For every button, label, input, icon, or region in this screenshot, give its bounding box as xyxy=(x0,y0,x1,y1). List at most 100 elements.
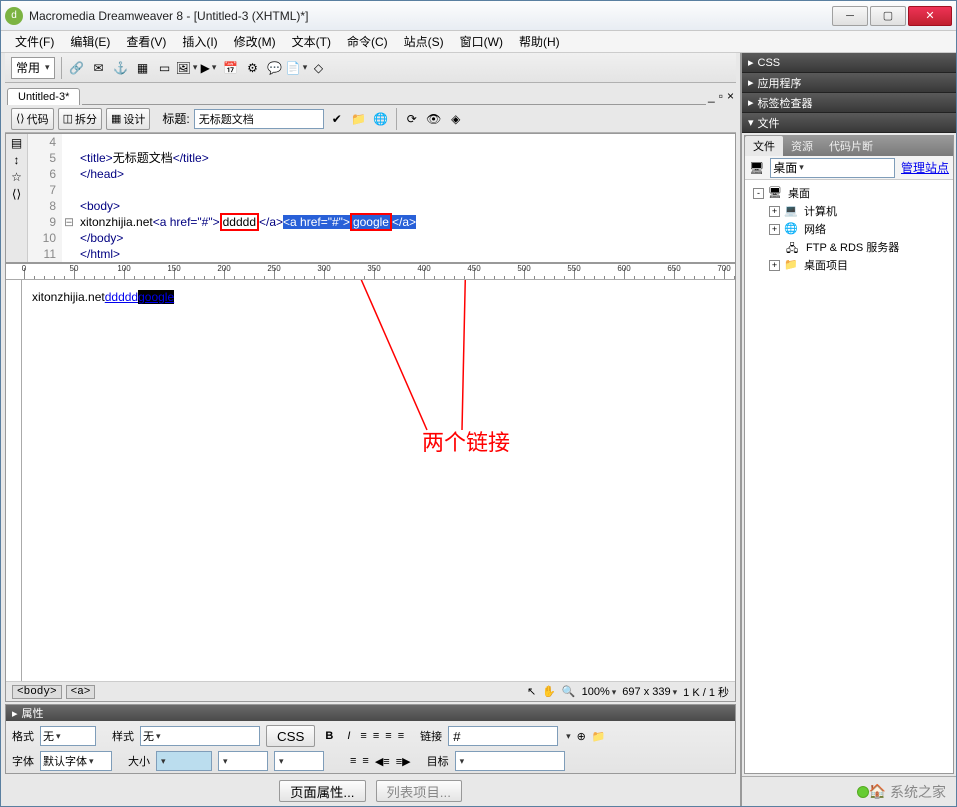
accordion-tag[interactable]: ▸ 标签检查器 xyxy=(742,93,956,113)
css-button[interactable]: CSS xyxy=(266,725,315,747)
minimize-button[interactable]: ─ xyxy=(832,6,868,26)
size-select[interactable] xyxy=(156,751,212,771)
menu-view[interactable]: 查看(V) xyxy=(120,31,172,52)
accordion-css[interactable]: ▸ CSS xyxy=(742,53,956,73)
zoom-value[interactable]: 100% xyxy=(582,686,617,698)
comment-icon[interactable]: 💬 xyxy=(266,59,284,77)
server-icon[interactable]: ⚙ xyxy=(244,59,262,77)
script-icon[interactable]: ◇ xyxy=(310,59,328,77)
menu-file[interactable]: 文件(F) xyxy=(9,31,60,52)
tree-row[interactable]: +📁桌面项目 xyxy=(749,256,949,274)
target-select[interactable] xyxy=(455,751,565,771)
menu-insert[interactable]: 插入(I) xyxy=(176,31,223,52)
file-tab-files[interactable]: 文件 xyxy=(745,136,783,156)
font-select[interactable]: 默认字体 xyxy=(40,751,112,771)
ol-icon[interactable]: ≡ xyxy=(362,755,368,767)
tree-row[interactable]: +🌐网络 xyxy=(749,220,949,238)
table-icon[interactable]: ▦ xyxy=(134,59,152,77)
doc-tab[interactable]: Untitled-3* xyxy=(7,88,80,105)
maximize-button[interactable]: ▢ xyxy=(870,6,906,26)
italic-button[interactable]: I xyxy=(343,730,354,742)
code-editor[interactable]: 4 5<title>无标题文档</title> 6</head> 7 8<bod… xyxy=(28,134,735,262)
expander-icon[interactable]: + xyxy=(769,260,780,271)
visual-aids-icon[interactable]: ◈ xyxy=(447,110,465,128)
expander-icon[interactable]: - xyxy=(753,188,764,199)
date-icon[interactable]: 📅 xyxy=(222,59,240,77)
outdent-icon[interactable]: ◀≡ xyxy=(375,755,390,768)
menu-edit[interactable]: 编辑(E) xyxy=(64,31,116,52)
accordion-app[interactable]: ▸ 应用程序 xyxy=(742,73,956,93)
doc-restore-icon[interactable]: ▫ xyxy=(719,89,723,103)
email-icon[interactable]: ✉ xyxy=(90,59,108,77)
zoom-icon[interactable]: 🔍 xyxy=(562,685,576,698)
code-tool-icon[interactable]: ↕ xyxy=(14,153,20,167)
layer-icon[interactable]: ▭ xyxy=(156,59,174,77)
manage-sites-link[interactable]: 管理站点 xyxy=(901,159,949,176)
size-unit-select[interactable] xyxy=(218,751,268,771)
browse-folder-icon[interactable]: 📁 xyxy=(592,730,606,743)
code-tool-icon[interactable]: ☆ xyxy=(11,170,22,184)
expander-icon[interactable]: + xyxy=(769,206,780,217)
menu-text[interactable]: 文本(T) xyxy=(286,31,337,52)
align-center-icon[interactable]: ≡ xyxy=(373,730,379,742)
file-tab-assets[interactable]: 资源 xyxy=(783,136,821,156)
menu-help[interactable]: 帮助(H) xyxy=(513,31,566,52)
code-tool-icon[interactable]: ⟨⟩ xyxy=(12,187,21,201)
design-body[interactable]: xitonzhijia.netdddddgoogle 两个链接 xyxy=(22,280,735,681)
align-right-icon[interactable]: ≡ xyxy=(385,730,391,742)
code-tool-icon[interactable]: ▤ xyxy=(11,136,22,150)
close-button[interactable]: ✕ xyxy=(908,6,952,26)
insert-category-select[interactable]: 常用 xyxy=(11,57,55,79)
image-icon[interactable]: 🖼 xyxy=(178,59,196,77)
window-size[interactable]: 697 x 339 xyxy=(622,686,677,698)
tag-body[interactable]: <body> xyxy=(12,685,62,699)
tree-row[interactable]: +💻计算机 xyxy=(749,202,949,220)
view-options-icon[interactable]: 👁 xyxy=(425,110,443,128)
design-pane[interactable]: xitonzhijia.netdddddgoogle 两个链接 xyxy=(6,280,735,681)
menu-window[interactable]: 窗口(W) xyxy=(454,31,509,52)
hand-icon[interactable]: ✋ xyxy=(542,685,556,698)
align-left-icon[interactable]: ≡ xyxy=(360,730,366,742)
page-title-input[interactable] xyxy=(194,109,324,129)
tree-row[interactable]: -🖥桌面 xyxy=(749,184,949,202)
properties-header[interactable]: ▸ 属性 xyxy=(6,705,735,721)
file-tab-snippets[interactable]: 代码片断 xyxy=(821,136,881,156)
indent-icon[interactable]: ≡▶ xyxy=(396,755,411,768)
head-icon[interactable]: 📄 xyxy=(288,59,306,77)
page-properties-button[interactable]: 页面属性... xyxy=(279,780,365,802)
design-view-button[interactable]: ▦设计 xyxy=(106,108,150,130)
style-select[interactable]: 无 xyxy=(140,726,260,746)
design-link-1[interactable]: ddddd xyxy=(105,290,138,304)
file-tree[interactable]: -🖥桌面+💻计算机+🌐网络🖧FTP & RDS 服务器+📁桌面项目 xyxy=(745,180,953,773)
split-view-button[interactable]: ◫拆分 xyxy=(58,108,102,130)
format-select[interactable]: 无 xyxy=(40,726,96,746)
link-history-icon[interactable] xyxy=(564,730,571,742)
doc-close-icon[interactable]: × xyxy=(727,89,734,103)
tag-a[interactable]: <a> xyxy=(66,685,96,699)
link-input[interactable] xyxy=(448,726,558,746)
site-select[interactable]: 桌面 xyxy=(770,158,895,178)
menu-command[interactable]: 命令(C) xyxy=(341,31,394,52)
align-justify-icon[interactable]: ≡ xyxy=(398,730,404,742)
doc-minimize-icon[interactable]: _ xyxy=(708,89,715,103)
ul-icon[interactable]: ≡ xyxy=(350,755,356,767)
accordion-files[interactable]: ▾ 文件 xyxy=(742,113,956,133)
anchor-icon[interactable]: ⚓ xyxy=(112,59,130,77)
validate-icon[interactable]: ✔ xyxy=(328,110,346,128)
design-link-2[interactable]: google xyxy=(138,290,174,304)
pointer-icon[interactable]: ↖ xyxy=(527,685,536,698)
color-swatch[interactable] xyxy=(274,751,324,771)
code-view-button[interactable]: ⟨⟩代码 xyxy=(11,108,54,130)
preview-icon[interactable]: 🌐 xyxy=(372,110,390,128)
expander-icon[interactable]: + xyxy=(769,224,780,235)
list-item-button[interactable]: 列表项目... xyxy=(376,780,462,802)
refresh-icon[interactable]: ⟳ xyxy=(403,110,421,128)
menu-modify[interactable]: 修改(M) xyxy=(228,31,282,52)
media-icon[interactable]: ▶ xyxy=(200,59,218,77)
hyperlink-icon[interactable]: 🔗 xyxy=(68,59,86,77)
tree-row[interactable]: 🖧FTP & RDS 服务器 xyxy=(749,238,949,256)
code-pane[interactable]: ▤ ↕ ☆ ⟨⟩ 4 5<title>无标题文档</title> 6</head… xyxy=(6,134,735,264)
menu-site[interactable]: 站点(S) xyxy=(398,31,450,52)
bold-button[interactable]: B xyxy=(321,730,337,742)
file-mgmt-icon[interactable]: 📁 xyxy=(350,110,368,128)
